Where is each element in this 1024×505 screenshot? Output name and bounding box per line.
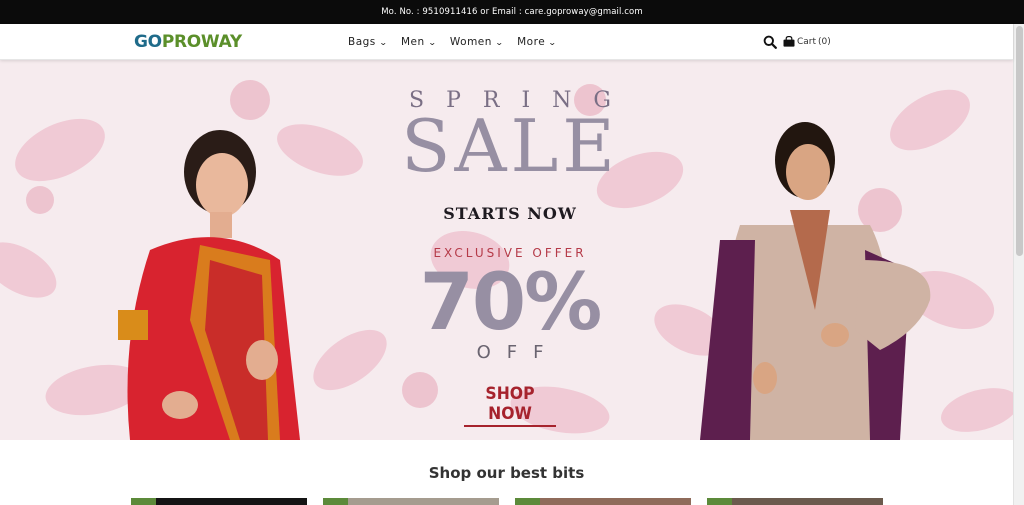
logo-part-go: GO (134, 32, 162, 52)
contact-bar: Mo. No. : 9510911416 or Email : care.gop… (0, 0, 1024, 24)
header-nav: GOPROWAY Bags ⌄ Men ⌄ Women ⌄ More ⌄ Car… (0, 24, 1013, 60)
logo-part-proway: PROWAY (161, 32, 242, 52)
contact-text: Mo. No. : 9510911416 or Email : care.gop… (381, 7, 643, 17)
menu-item-more[interactable]: More ⌄ (517, 36, 558, 48)
page-scrollbar[interactable] (1013, 24, 1024, 505)
menu-item-bags[interactable]: Bags ⌄ (348, 36, 387, 48)
menu-item-men[interactable]: Men ⌄ (401, 36, 436, 48)
shopping-bag-icon (783, 36, 795, 47)
cart-count: (0) (818, 36, 831, 47)
cart-label: Cart (797, 36, 817, 47)
menu-item-women[interactable]: Women ⌄ (449, 36, 505, 48)
thumb-4-tag (707, 498, 732, 505)
chevron-down-icon: ⌄ (378, 37, 389, 47)
thumb-2[interactable] (348, 498, 499, 505)
thumb-1-tag (131, 498, 156, 505)
product-thumbnails (0, 498, 1013, 505)
menu-label: Men (400, 36, 425, 48)
hero-line-off: OFF (476, 342, 560, 363)
thumb-4[interactable] (732, 498, 883, 505)
chevron-down-icon: ⌄ (548, 37, 558, 47)
hero-line-starts-now: STARTS NOW (443, 204, 577, 223)
brand-logo[interactable]: GOPROWAY (134, 32, 242, 52)
thumb-2-tag (323, 498, 348, 505)
menu-label: Women (449, 36, 492, 48)
cart-link[interactable]: Cart (0) (783, 36, 831, 47)
thumb-1[interactable] (156, 498, 307, 505)
menu-label: Bags (348, 36, 376, 48)
shop-now-button[interactable]: SHOP NOW (464, 384, 556, 427)
hero-line-sale: SALE (401, 104, 619, 188)
hero-discount-percent: 70% (419, 258, 603, 348)
section-title: Shop our best bits (428, 464, 585, 482)
chevron-down-icon: ⌄ (494, 37, 505, 47)
hero-banner[interactable]: SPRING SALE STARTS NOW EXCLUSIVE OFFER 7… (0, 60, 1013, 440)
scrollbar-thumb[interactable] (1016, 26, 1023, 256)
thumb-3-tag (515, 498, 540, 505)
search-icon[interactable] (763, 35, 777, 49)
main-menu: Bags ⌄ Men ⌄ Women ⌄ More ⌄ (348, 36, 558, 48)
chevron-down-icon: ⌄ (427, 37, 437, 47)
menu-label: More (517, 36, 546, 48)
thumb-3[interactable] (540, 498, 691, 505)
sale-copy: SPRING SALE STARTS NOW EXCLUSIVE OFFER 7… (380, 60, 640, 440)
